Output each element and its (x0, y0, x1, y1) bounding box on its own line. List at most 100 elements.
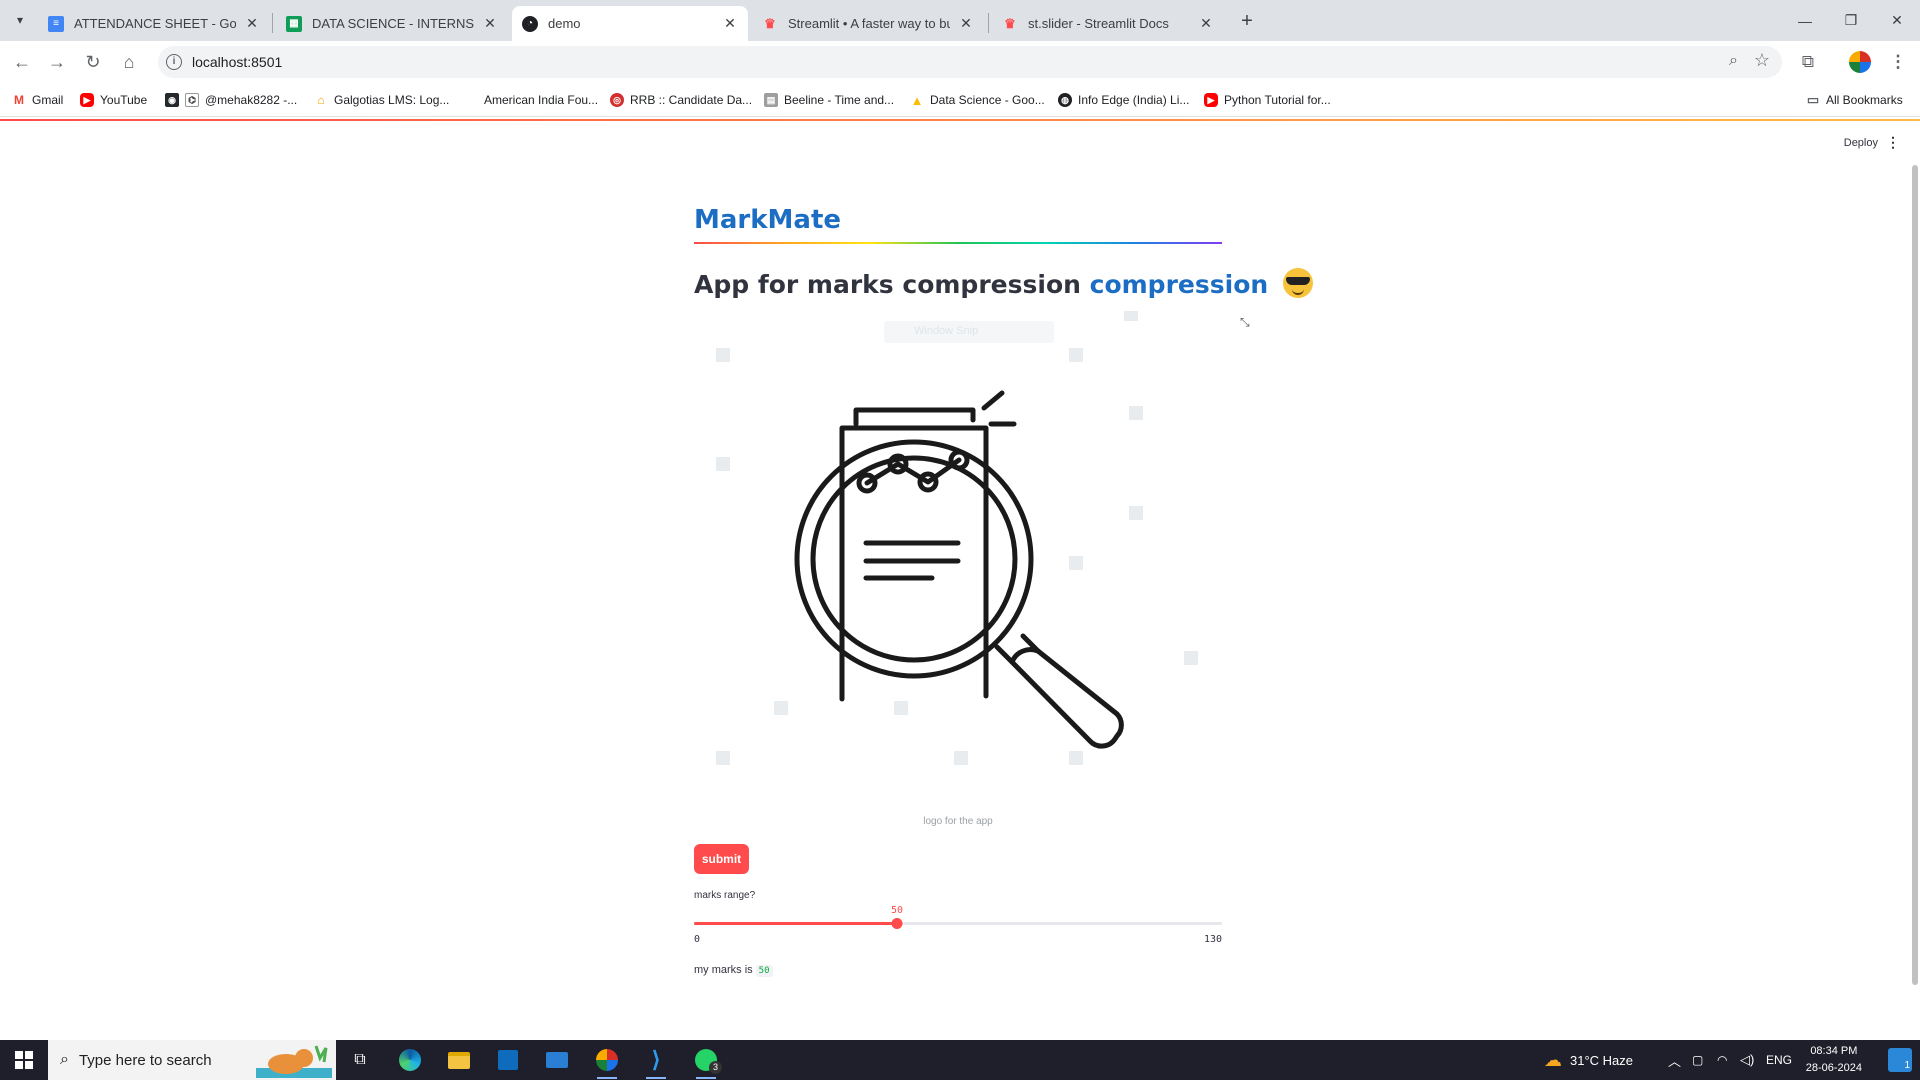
minimize-icon[interactable]: — (1782, 0, 1828, 41)
whatsapp-icon[interactable]: 3 (690, 1044, 722, 1079)
tab-search-icon[interactable]: ▾ (8, 8, 32, 32)
close-tab-icon[interactable]: ✕ (482, 15, 498, 32)
bookmark-gmail[interactable]: M Gmail (12, 92, 63, 108)
bookmark-info-edge[interactable]: ◍ Info Edge (India) Li... (1058, 92, 1189, 108)
streamlit-icon: ◔ (522, 15, 538, 32)
extensions-icon[interactable]: ⧉ (1796, 50, 1820, 74)
taskbar-clock[interactable]: 08:34 PM 28-06-2024 (1806, 1043, 1862, 1077)
google-drive-icon: ▲ (910, 92, 924, 108)
close-tab-icon[interactable]: ✕ (244, 15, 260, 32)
all-bookmarks-button[interactable]: ▭ All Bookmarks (1806, 92, 1903, 108)
device-icon[interactable]: ▢ (1692, 1040, 1703, 1080)
zoom-icon[interactable]: ⌕ (1729, 52, 1738, 70)
slider-thumb[interactable] (891, 918, 903, 929)
close-window-icon[interactable]: ✕ (1874, 0, 1920, 41)
rainbow-divider (694, 242, 1222, 244)
blank-icon (464, 93, 478, 107)
forward-icon[interactable]: → (45, 50, 69, 74)
main-menu-icon[interactable]: ⋮ (1886, 134, 1900, 151)
slider-max-label: 130 (1203, 934, 1222, 945)
bookmark-rrb[interactable]: ◎ RRB :: Candidate Da... (610, 92, 752, 108)
lms-icon: ⌂ (317, 93, 325, 107)
github-cat-icon: ⌬ (185, 93, 199, 107)
bookmark-galgotias[interactable]: ⌂ Galgotias LMS: Log... (314, 92, 449, 108)
folder-icon: ▭ (1806, 92, 1820, 107)
close-tab-icon[interactable]: ✕ (958, 15, 974, 32)
wifi-icon[interactable]: ◠ (1717, 1040, 1727, 1080)
bookmark-star-icon[interactable]: ☆ (1754, 50, 1770, 71)
language-indicator[interactable]: ENG (1766, 1040, 1792, 1080)
fullscreen-icon[interactable]: ⤡ (1240, 315, 1250, 330)
new-tab-button[interactable]: + (1234, 8, 1260, 34)
weather-widget[interactable]: ☁ 31°C Haze (1544, 1040, 1633, 1080)
tab-attendance-sheet[interactable]: ≡ ATTENDANCE SHEET - Google Docs ✕ (38, 6, 270, 41)
subheader-text: App for marks compression (694, 270, 1081, 299)
marks-output-value: 50 (755, 965, 773, 977)
submit-button[interactable]: submit (694, 844, 749, 874)
notification-center-icon[interactable]: 1 (1888, 1048, 1912, 1072)
image-caption: logo for the app (923, 816, 993, 827)
google-sheets-icon: ▦ (286, 15, 302, 32)
tab-demo[interactable]: ◔ demo ✕ (512, 6, 748, 41)
bookmark-data-science-drive[interactable]: ▲ Data Science - Goo... (910, 92, 1045, 108)
streamlit-app: Deploy ⋮ MarkMate App for marks compress… (0, 121, 1920, 1040)
slider-min-label: 0 (694, 934, 701, 945)
url-text[interactable]: localhost:8501 (192, 54, 282, 70)
page-subheader: App for marks compression compression (694, 268, 1313, 299)
browser-toolbar: ← → ↻ ⌂ i localhost:8501 ⌕ ☆ ⧉ ⋮ (0, 41, 1920, 83)
page-title: MarkMate (694, 205, 842, 235)
taskbar-search-box[interactable]: ⌕ Type here to search (48, 1040, 336, 1080)
profile-avatar[interactable] (1848, 50, 1872, 74)
tab-data-science-interns[interactable]: ▦ DATA SCIENCE - INTERNS ATTENDANCE ✕ (276, 6, 508, 41)
github-icon: ◉ (165, 93, 179, 107)
page-scrollbar[interactable] (1912, 165, 1918, 985)
clock-time: 08:34 PM (1810, 1045, 1858, 1057)
close-tab-icon[interactable]: ✕ (722, 15, 738, 32)
home-icon[interactable]: ⌂ (117, 50, 141, 74)
vscode-icon[interactable]: ⟩ (640, 1044, 672, 1079)
browser-menu-icon[interactable]: ⋮ (1886, 50, 1910, 74)
bookmark-beeline[interactable]: ▤ Beeline - Time and... (764, 92, 894, 108)
address-bar[interactable]: i localhost:8501 ⌕ ☆ (158, 46, 1782, 78)
browser-tab-bar: ▾ ≡ ATTENDANCE SHEET - Google Docs ✕ ▦ D… (0, 0, 1920, 41)
file-explorer-icon[interactable] (443, 1044, 475, 1076)
search-highlight-tiger-icon (256, 1045, 332, 1078)
bookmarks-bar: M Gmail ▶ YouTube ◉ ⌬ @mehak8282 -... ⌂ … (0, 83, 1920, 117)
reload-icon[interactable]: ↻ (81, 50, 105, 74)
bookmark-american-india[interactable]: American India Fou... (464, 92, 598, 108)
edge-icon[interactable] (394, 1044, 426, 1076)
volume-icon[interactable]: ◁) (1740, 1040, 1754, 1080)
back-icon[interactable]: ← (10, 50, 34, 74)
microsoft-store-icon[interactable] (492, 1044, 524, 1076)
show-hidden-icons-icon[interactable]: ︿ (1668, 1040, 1681, 1080)
gmail-icon: M (14, 93, 24, 107)
streamlit-crown-icon: ♛ (764, 15, 776, 31)
mail-icon[interactable] (541, 1044, 573, 1076)
tab-st-slider-docs[interactable]: ♛ st.slider - Streamlit Docs ✕ (992, 6, 1224, 41)
marks-range-slider[interactable] (694, 918, 1222, 929)
task-view-icon[interactable]: ⧉ (344, 1044, 376, 1076)
rrb-icon: ◎ (610, 93, 624, 107)
weather-icon: ☁ (1544, 1049, 1562, 1070)
avatar (1849, 51, 1871, 73)
file-icon: ▤ (764, 93, 778, 107)
tab-streamlit-home[interactable]: ♛ Streamlit • A faster way to build ✕ (752, 6, 984, 41)
weather-text: 31°C Haze (1570, 1052, 1634, 1068)
clock-date: 28-06-2024 (1805, 1062, 1862, 1074)
bookmark-youtube[interactable]: ▶ YouTube (80, 92, 147, 108)
notification-count: 1 (1904, 1060, 1910, 1071)
sunglasses-emoji-icon (1282, 268, 1313, 298)
slider-filled-track (694, 922, 897, 925)
tab-separator (272, 13, 273, 33)
marks-output: my marks is 50 (694, 964, 773, 977)
search-icon: ⌕ (60, 1051, 69, 1068)
deploy-button[interactable]: Deploy (1844, 137, 1878, 149)
close-tab-icon[interactable]: ✕ (1198, 15, 1214, 32)
youtube-icon: ▶ (1204, 93, 1218, 107)
bookmark-python-tutorial[interactable]: ▶ Python Tutorial for... (1204, 92, 1331, 108)
restore-icon[interactable]: ❐ (1828, 0, 1874, 41)
site-info-icon[interactable]: i (166, 54, 182, 70)
bookmark-github[interactable]: ◉ ⌬ @mehak8282 -... (165, 92, 297, 108)
windows-start-button[interactable] (0, 1040, 48, 1080)
chrome-taskbar-icon[interactable] (591, 1044, 623, 1079)
